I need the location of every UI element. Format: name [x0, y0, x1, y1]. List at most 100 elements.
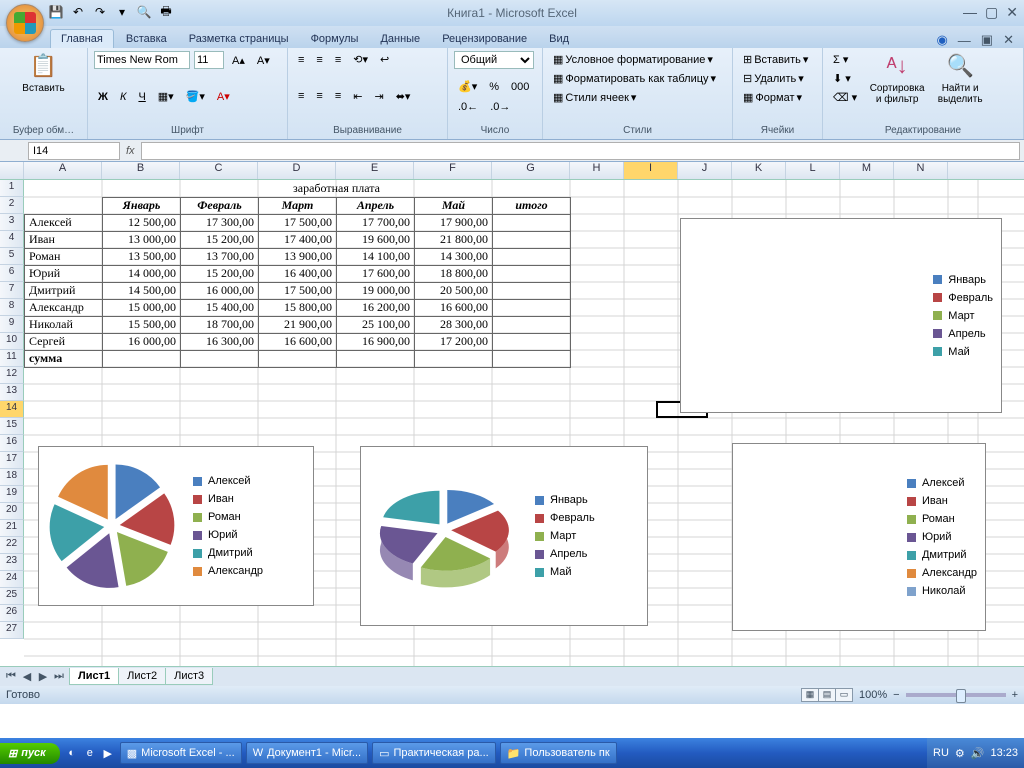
- task-doc[interactable]: ▭Практическая ра...: [372, 742, 496, 764]
- row-header-16[interactable]: 16: [0, 435, 24, 452]
- sheet-tab-1[interactable]: Лист1: [69, 668, 119, 685]
- cell-styles-button[interactable]: ▦ Стили ячеек ▾: [549, 89, 726, 106]
- col-header-F[interactable]: F: [414, 162, 492, 179]
- row-header-7[interactable]: 7: [0, 282, 24, 299]
- row-header-11[interactable]: 11: [0, 350, 24, 367]
- view-buttons[interactable]: ▦▤▭: [802, 688, 853, 702]
- sheet-tab-3[interactable]: Лист3: [165, 668, 213, 685]
- col-header-I[interactable]: I: [624, 162, 678, 179]
- doc-restore-button[interactable]: ▣: [981, 32, 993, 48]
- sheet-nav-next[interactable]: ▶: [36, 670, 50, 683]
- sheet-nav-first[interactable]: ⏮: [4, 670, 18, 683]
- tab-home[interactable]: Главная: [50, 29, 114, 48]
- underline-button[interactable]: Ч: [134, 89, 149, 105]
- col-header-K[interactable]: K: [732, 162, 786, 179]
- increase-indent-button[interactable]: ⇥: [370, 88, 387, 105]
- quick-media-icon[interactable]: ▶: [100, 745, 116, 761]
- percent-button[interactable]: %: [485, 79, 503, 95]
- fx-icon[interactable]: fx: [126, 145, 135, 157]
- align-top-button[interactable]: ≡: [294, 52, 308, 68]
- chart-names-legend[interactable]: АлексейИванРоманЮрийДмитрийАлександрНико…: [732, 443, 986, 631]
- office-button[interactable]: [6, 4, 44, 42]
- row-header-21[interactable]: 21: [0, 520, 24, 537]
- formula-input[interactable]: [141, 142, 1020, 160]
- task-word[interactable]: WДокумент1 - Micr...: [246, 742, 368, 764]
- row-header-5[interactable]: 5: [0, 248, 24, 265]
- format-cells-button[interactable]: ▦ Формат ▾: [739, 89, 816, 106]
- wrap-text-button[interactable]: ↩: [376, 51, 393, 68]
- row-header-14[interactable]: 14: [0, 401, 24, 418]
- row-header-23[interactable]: 23: [0, 554, 24, 571]
- tab-page-layout[interactable]: Разметка страницы: [179, 30, 299, 48]
- maximize-button[interactable]: ▢: [985, 4, 998, 21]
- zoom-out[interactable]: −: [893, 689, 899, 701]
- align-center-button[interactable]: ≡: [312, 88, 326, 104]
- row-header-3[interactable]: 3: [0, 214, 24, 231]
- grow-font-button[interactable]: A▴: [228, 52, 249, 69]
- col-header-B[interactable]: B: [102, 162, 180, 179]
- font-color-button[interactable]: A▾: [213, 88, 234, 105]
- insert-cells-button[interactable]: ⊞ Вставить ▾: [739, 51, 816, 68]
- redo-icon[interactable]: ↷: [92, 4, 108, 20]
- col-header-D[interactable]: D: [258, 162, 336, 179]
- doc-minimize-button[interactable]: —: [958, 33, 971, 48]
- fill-button[interactable]: ⬇ ▾: [829, 70, 861, 87]
- row-header-25[interactable]: 25: [0, 588, 24, 605]
- col-header-G[interactable]: G: [492, 162, 570, 179]
- align-middle-button[interactable]: ≡: [312, 52, 326, 68]
- tab-data[interactable]: Данные: [370, 30, 430, 48]
- autosum-button[interactable]: Σ ▾: [829, 51, 861, 68]
- format-as-table-button[interactable]: ▦ Форматировать как таблицу ▾: [549, 70, 726, 87]
- sheet-tab-2[interactable]: Лист2: [118, 668, 166, 685]
- zoom-in[interactable]: +: [1012, 689, 1018, 701]
- paste-button[interactable]: 📋 Вставить: [6, 51, 81, 96]
- chart-pie3d-months[interactable]: ЯнварьФевральМартАпрельМай: [360, 446, 648, 626]
- col-header-C[interactable]: C: [180, 162, 258, 179]
- quick-chrome-icon[interactable]: ◐: [64, 745, 80, 761]
- help-icon[interactable]: ◉: [936, 32, 947, 48]
- minimize-button[interactable]: —: [963, 4, 977, 21]
- row-header-9[interactable]: 9: [0, 316, 24, 333]
- col-header-L[interactable]: L: [786, 162, 840, 179]
- task-excel[interactable]: ▩Microsoft Excel - ...: [120, 742, 242, 764]
- sort-filter-button[interactable]: ᴬ↓Сортировка и фильтр: [865, 51, 929, 107]
- row-header-27[interactable]: 27: [0, 622, 24, 639]
- row-header-15[interactable]: 15: [0, 418, 24, 435]
- tray-volume-icon[interactable]: 🔊: [971, 747, 985, 760]
- row-header-8[interactable]: 8: [0, 299, 24, 316]
- row-header-13[interactable]: 13: [0, 384, 24, 401]
- task-folder[interactable]: 📁Пользователь пк: [500, 742, 617, 764]
- col-header-N[interactable]: N: [894, 162, 948, 179]
- sheet-nav-last[interactable]: ⏭: [52, 670, 66, 683]
- sheet-nav-prev[interactable]: ◀: [20, 670, 34, 683]
- italic-button[interactable]: К: [116, 89, 130, 105]
- font-family-select[interactable]: [94, 51, 190, 69]
- decrease-indent-button[interactable]: ⇤: [349, 88, 366, 105]
- tab-formulas[interactable]: Формулы: [301, 30, 369, 48]
- zoom-slider[interactable]: [906, 693, 1006, 697]
- tab-insert[interactable]: Вставка: [116, 30, 177, 48]
- undo-icon[interactable]: ↶: [70, 4, 86, 20]
- col-header-A[interactable]: A: [24, 162, 102, 179]
- row-header-20[interactable]: 20: [0, 503, 24, 520]
- conditional-formatting-button[interactable]: ▦ Условное форматирование ▾: [549, 51, 726, 68]
- col-header-corner[interactable]: [0, 162, 24, 179]
- qat-more-icon[interactable]: ▾: [114, 4, 130, 20]
- clock[interactable]: 13:23: [990, 747, 1018, 759]
- row-header-22[interactable]: 22: [0, 537, 24, 554]
- start-button[interactable]: ⊞пуск: [0, 743, 60, 764]
- comma-button[interactable]: 000: [507, 79, 533, 95]
- quick-ie-icon[interactable]: e: [82, 745, 98, 761]
- col-header-H[interactable]: H: [570, 162, 624, 179]
- align-left-button[interactable]: ≡: [294, 88, 308, 104]
- col-header-M[interactable]: M: [840, 162, 894, 179]
- tab-view[interactable]: Вид: [539, 30, 579, 48]
- clear-button[interactable]: ⌫ ▾: [829, 89, 861, 106]
- print-preview-icon[interactable]: 🔍: [136, 4, 152, 20]
- merge-button[interactable]: ⬌▾: [392, 88, 415, 105]
- decrease-decimal-button[interactable]: .0→: [486, 99, 514, 115]
- row-header-10[interactable]: 10: [0, 333, 24, 350]
- increase-decimal-button[interactable]: .0←: [454, 99, 482, 115]
- lang-indicator[interactable]: RU: [933, 747, 949, 759]
- tab-review[interactable]: Рецензирование: [432, 30, 537, 48]
